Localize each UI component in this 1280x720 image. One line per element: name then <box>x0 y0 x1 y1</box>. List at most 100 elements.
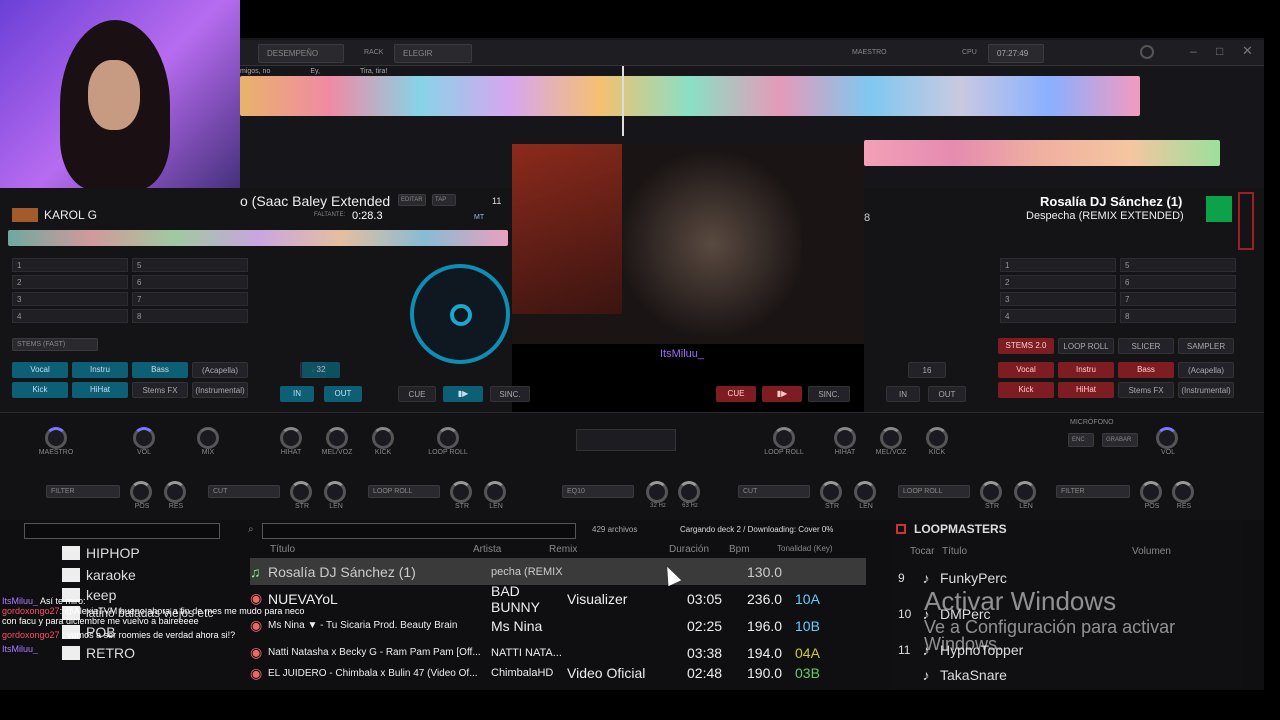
knob-volume[interactable]: VOL <box>120 427 168 456</box>
sync-button-left[interactable]: SINC. <box>490 386 530 402</box>
tab-loop-roll[interactable]: LOOP ROLL <box>1058 338 1114 354</box>
sync-button-right[interactable]: SINC. <box>808 386 850 402</box>
mt-label[interactable]: MT <box>474 214 484 221</box>
edit-button[interactable]: EDITAR <box>398 194 426 206</box>
hotcue-slot[interactable]: 2 <box>12 275 128 289</box>
hotcue-slot[interactable]: 1 <box>1000 258 1116 272</box>
overview-waveform-left[interactable] <box>8 230 508 246</box>
col-artist[interactable]: Artista <box>473 544 549 558</box>
stems-fx-button[interactable]: Stems FX <box>1118 382 1174 398</box>
tap-button[interactable]: TAP <box>432 194 456 206</box>
hotcue-slot[interactable]: 3 <box>12 292 128 306</box>
loop-in-button-right[interactable]: IN <box>886 386 920 402</box>
stem-vocal-button[interactable]: Vocal <box>12 362 68 378</box>
sample-row[interactable]: ♪ TakaSnare <box>898 668 1224 682</box>
knob-str-right[interactable]: STR <box>820 481 844 510</box>
col-remix[interactable]: Remix <box>549 544 669 558</box>
stem-kick-button[interactable]: Kick <box>998 382 1054 398</box>
stem-bass-button[interactable]: Bass <box>1118 362 1174 378</box>
hotcue-slot[interactable]: 2 <box>1000 275 1116 289</box>
knob-kick[interactable]: KICK <box>360 427 406 456</box>
knob-mel-voz-right[interactable]: MEL/VOZ <box>868 427 914 456</box>
fx-select-cut-left[interactable]: CUT <box>208 485 280 498</box>
col-key[interactable]: Tonalidad (Key) <box>777 544 847 558</box>
hotcue-slot[interactable]: 6 <box>1120 275 1236 289</box>
knob-str2-right[interactable]: STR <box>980 481 1004 510</box>
knob-loop-roll[interactable]: LOOP ROLL <box>420 427 476 456</box>
cue-button-left[interactable]: CUE <box>398 386 436 402</box>
knob-len2-left[interactable]: LEN <box>484 481 508 510</box>
knob-hihat[interactable]: HIHAT <box>268 427 314 456</box>
knob-str2-left[interactable]: STR <box>450 481 474 510</box>
stem-kick-button[interactable]: Kick <box>12 382 68 398</box>
record-button[interactable]: GRABAR <box>1102 433 1138 447</box>
loop-out-button-right[interactable]: OUT <box>928 386 966 402</box>
loop-size[interactable]: 32 <box>302 362 340 378</box>
folder-item[interactable]: HIPHOP <box>62 542 213 564</box>
hotcue-slot[interactable]: 7 <box>132 292 248 306</box>
hotcue-slot[interactable]: 6 <box>132 275 248 289</box>
hotcue-slot[interactable]: 5 <box>132 258 248 272</box>
hotcue-slot[interactable]: 8 <box>1120 309 1236 323</box>
stem-instrumental-button[interactable]: (Instrumental) <box>192 382 248 398</box>
tab-slicer[interactable]: SLICER <box>1118 338 1174 354</box>
track-search-input[interactable] <box>262 523 576 539</box>
knob-mel-voz[interactable]: MEL/VOZ <box>314 427 360 456</box>
fx-select-filter-left[interactable]: FILTER <box>46 485 120 498</box>
knob-pos-right[interactable]: POS <box>1140 481 1164 510</box>
table-row[interactable]: ♫ Rosalía DJ Sánchez (1) pecha (REMIX 13… <box>250 558 866 585</box>
stem-hihat-button[interactable]: HiHat <box>1058 382 1114 398</box>
hotcue-slot[interactable]: 7 <box>1120 292 1236 306</box>
knob-res-left[interactable]: RES <box>164 481 188 510</box>
jog-wheel-left[interactable] <box>410 264 510 364</box>
stem-acapella-button[interactable]: (Acapella) <box>1178 362 1234 378</box>
close-icon[interactable]: ✕ <box>1242 43 1253 59</box>
hotcue-slot[interactable]: 5 <box>1120 258 1236 272</box>
fx-select-loop-roll-right[interactable]: LOOP ROLL <box>898 485 970 498</box>
col-title[interactable]: Título <box>250 544 473 558</box>
knob-loop-roll-right[interactable]: LOOP ROLL <box>756 427 812 456</box>
eq-select[interactable]: EQ10 <box>562 485 634 498</box>
waveform-deck-right[interactable] <box>864 140 1220 166</box>
folder-search-input[interactable] <box>24 523 220 539</box>
stem-instru-button[interactable]: Instru <box>72 362 128 378</box>
sample-play-icon[interactable]: ♪ <box>912 570 940 586</box>
waveform-deck-left[interactable] <box>240 76 1140 116</box>
minimize-icon[interactable]: – <box>1190 44 1197 58</box>
knob-len2-right[interactable]: LEN <box>1014 481 1038 510</box>
stem-instru-button[interactable]: Instru <box>1058 362 1114 378</box>
col-bpm[interactable]: Bpm <box>729 544 777 558</box>
mic-enc-button[interactable]: ENC <box>1068 433 1094 447</box>
rack-select[interactable]: ELEGIR <box>394 44 472 63</box>
tab-stems[interactable]: STEMS 2.0 <box>998 338 1054 354</box>
fx-select-loop-roll-left[interactable]: LOOP ROLL <box>368 485 440 498</box>
play-pause-button-left[interactable]: ▮▶ <box>443 386 483 402</box>
mode-select[interactable]: DESEMPEÑO <box>258 44 344 63</box>
play-pause-button-right[interactable]: ▮▶ <box>762 386 802 402</box>
stem-bass-button[interactable]: Bass <box>132 362 188 378</box>
crossfader[interactable] <box>576 429 676 451</box>
loop-in-button[interactable]: IN <box>280 386 314 402</box>
tab-sampler[interactable]: SAMPLER <box>1178 338 1234 354</box>
cue-button-right[interactable]: CUE <box>716 386 756 402</box>
knob-len-right[interactable]: LEN <box>854 481 878 510</box>
maximize-icon[interactable]: □ <box>1216 44 1223 58</box>
knob-mix[interactable]: MIX <box>188 427 228 456</box>
knob-eq-63hz[interactable]: 63 Hz <box>678 481 702 509</box>
knob-hihat-right[interactable]: HIHAT <box>822 427 868 456</box>
hotcue-slot[interactable]: 4 <box>12 309 128 323</box>
loop-out-button[interactable]: OUT <box>324 386 362 402</box>
hotcue-slot[interactable]: 8 <box>132 309 248 323</box>
knob-pos-left[interactable]: POS <box>130 481 154 510</box>
stem-hihat-button[interactable]: HiHat <box>72 382 128 398</box>
knob-eq-32hz[interactable]: 32 Hz <box>646 481 670 509</box>
table-row[interactable]: ◉ EL JUIDERO - Chimbala x Bulin 47 (Vide… <box>250 666 866 680</box>
col-duration[interactable]: Duración <box>669 544 729 558</box>
folder-item[interactable]: karaoke <box>62 564 213 586</box>
knob-kick-right[interactable]: KICK <box>914 427 960 456</box>
settings-icon[interactable] <box>1140 45 1154 59</box>
knob-res-right[interactable]: RES <box>1172 481 1196 510</box>
knob-str-left[interactable]: STR <box>290 481 314 510</box>
stem-vocal-button[interactable]: Vocal <box>998 362 1054 378</box>
hotcue-slot[interactable]: 1 <box>12 258 128 272</box>
